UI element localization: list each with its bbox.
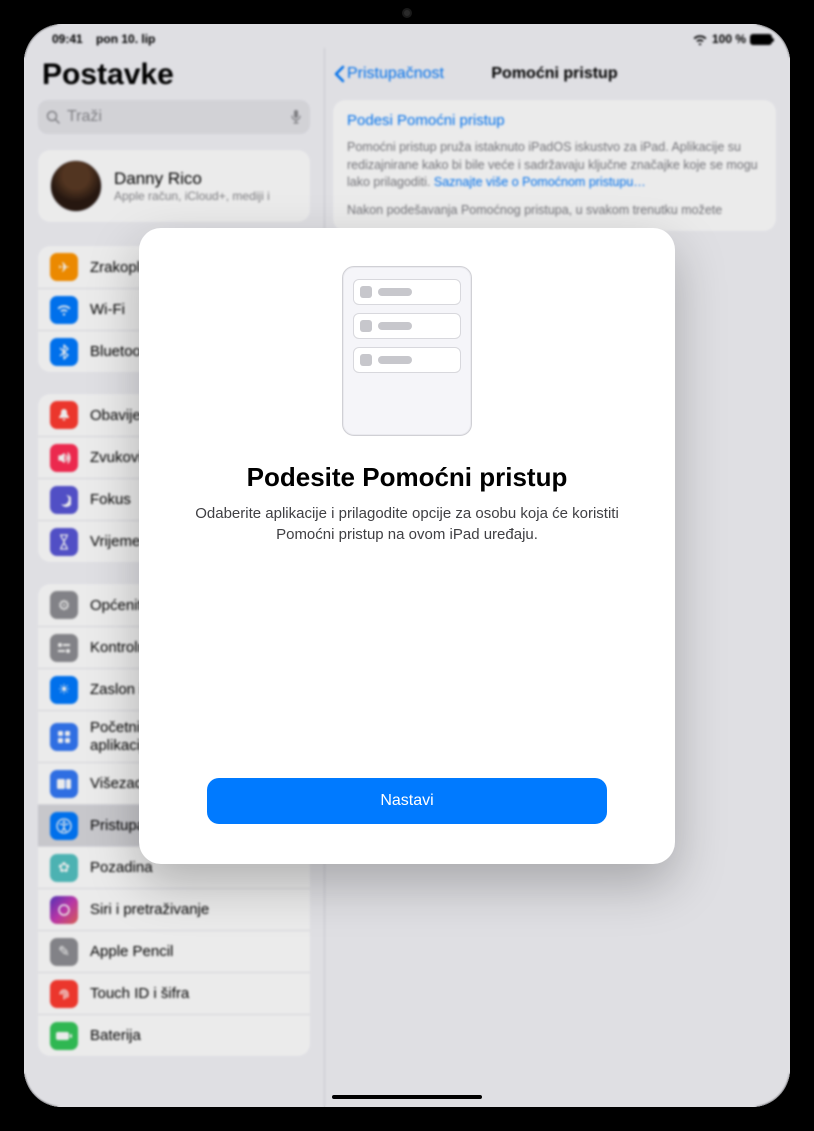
screen: 09:41 pon 10. lip 100 % Postavke Traži bbox=[24, 24, 790, 1107]
illus-row bbox=[353, 347, 461, 373]
modal-body: Odaberite aplikacije i prilagodite opcij… bbox=[192, 503, 622, 545]
continue-button[interactable]: Nastavi bbox=[207, 778, 607, 824]
modal-title: Podesite Pomoćni pristup bbox=[247, 462, 568, 493]
illustration bbox=[342, 266, 472, 436]
ipad-frame: 09:41 pon 10. lip 100 % Postavke Traži bbox=[0, 0, 814, 1131]
illus-row bbox=[353, 279, 461, 305]
home-indicator[interactable] bbox=[332, 1095, 482, 1099]
camera-dot bbox=[402, 8, 412, 18]
setup-modal: Podesite Pomoćni pristup Odaberite aplik… bbox=[139, 228, 675, 864]
illus-row bbox=[353, 313, 461, 339]
